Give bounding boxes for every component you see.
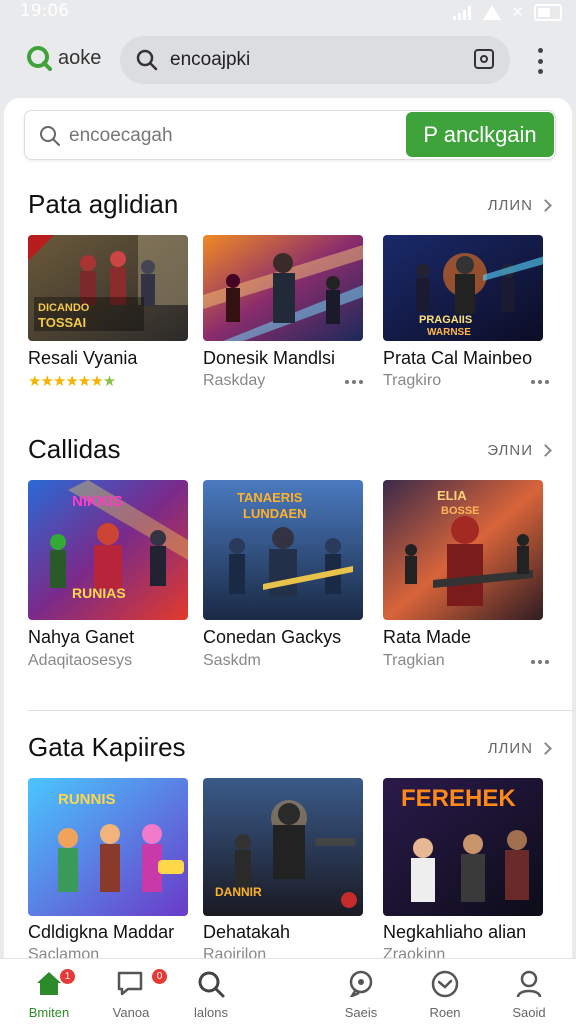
game-subtitle: Saskdm	[203, 652, 261, 669]
section-more-link[interactable]: ЛЛИN	[487, 197, 552, 214]
brand-name: aoke	[58, 46, 102, 69]
thumb-text: RUNNIS	[58, 791, 116, 808]
notification-badge: 1	[60, 969, 75, 984]
game-thumbnail[interactable]: DANNIR	[203, 778, 363, 916]
no-data-icon: ✕	[511, 3, 524, 21]
more-dots-icon[interactable]	[531, 660, 549, 664]
section-title: Pata aglidian	[28, 189, 179, 219]
nav-label: Saoid	[512, 1005, 546, 1020]
game-title: Rata Made	[383, 627, 472, 647]
game-title: Cdldigkna Maddar	[28, 922, 175, 942]
nav-label: lalons	[194, 1005, 228, 1020]
chevron-right-icon	[539, 199, 552, 212]
search-button[interactable]: P anclkgain	[406, 112, 554, 157]
game-title: Donesik Mandlsi	[203, 348, 336, 368]
game-thumbnail[interactable]: RUNNIS	[28, 778, 188, 916]
game-title: Prata Cal Mainbeo	[383, 348, 533, 368]
thumb-text: DICANDO	[38, 302, 90, 314]
search-icon	[196, 969, 226, 1004]
more-dots-icon[interactable]	[345, 380, 363, 384]
wifi-icon	[483, 4, 502, 20]
thumb-text: ELIA	[437, 488, 467, 503]
thumb-text: NIKKIS	[72, 493, 123, 510]
search-placeholder: encoecagah	[69, 125, 173, 146]
status-icons: ✕	[453, 3, 562, 21]
thumb-text: FEREHEK	[401, 785, 516, 812]
thumb-text: LUNDAEN	[243, 506, 307, 521]
nav-item-chat[interactable]: 0 Vanoa	[96, 959, 167, 1025]
nav-label: Saeis	[344, 1005, 378, 1020]
section-more-label: ЛЛИN	[487, 740, 533, 757]
game-thumbnail[interactable]	[203, 235, 363, 341]
home-icon	[35, 969, 63, 1002]
clock-icon	[430, 969, 460, 1004]
game-thumbnail[interactable]: FEREHEK	[383, 778, 543, 916]
game-title: Nahya Ganet	[28, 627, 135, 647]
status-bar: 19:06 ✕	[0, 0, 576, 24]
content-card: encoecagah P anclkgain Pata aglidian ЛЛИ…	[4, 98, 572, 1024]
section-title: Callidas	[28, 434, 121, 464]
section-divider	[28, 710, 572, 711]
thumb-text: WARNSE	[427, 327, 471, 338]
section-title: Gata Kapiires	[28, 732, 186, 762]
bottom-nav: 1 Bmiten 0 Vanoa lalons Saeis Roen Saoid	[0, 958, 576, 1025]
chat-icon	[116, 969, 146, 1002]
more-options-icon[interactable]	[532, 48, 548, 74]
game-title: Resali Vyania	[28, 348, 138, 368]
profile-icon	[515, 969, 543, 1004]
chevron-right-icon	[539, 444, 552, 457]
nav-label: Roen	[429, 1005, 461, 1020]
battery-icon	[534, 3, 562, 21]
nav-item-profile[interactable]: Saoid	[494, 959, 564, 1025]
thumb-text: TANAERIS	[237, 490, 303, 505]
brand-logo-icon	[26, 45, 52, 71]
nav-item-messages[interactable]: Saeis	[326, 959, 396, 1025]
game-title: Negkahliaho alian	[383, 922, 527, 942]
camera-search-icon[interactable]	[474, 49, 494, 69]
game-thumbnail[interactable]: PRAGAIIS WARNSE	[383, 235, 543, 341]
brand[interactable]: aoke	[26, 45, 101, 71]
notification-badge: 0	[152, 969, 167, 984]
nav-item-home[interactable]: 1 Bmiten	[14, 959, 84, 1025]
address-bar[interactable]: encoajpki	[120, 36, 510, 84]
status-time: 19:06	[20, 1, 69, 21]
game-title: Dehatakah	[203, 922, 291, 942]
game-thumbnail[interactable]: TANAERIS LUNDAEN	[203, 480, 363, 620]
game-subtitle: Tragkian	[383, 652, 445, 669]
signal-icon	[453, 5, 473, 20]
game-thumbnail[interactable]: NIKKIS RUNIAS	[28, 480, 188, 620]
thumb-text: PRAGAIIS	[419, 314, 472, 326]
game-subtitle: Raskday	[203, 372, 266, 389]
rating-stars: ★★★★★★★	[28, 373, 116, 390]
game-subtitle: Adaqitaosesys	[28, 652, 133, 669]
section-more-label: ЭЛNИ	[487, 442, 533, 459]
thumb-text: DANNIR	[215, 885, 262, 899]
nav-item-search[interactable]: lalons	[176, 959, 246, 1025]
address-text: encoajpki	[170, 49, 251, 70]
game-title: Conedan Gackys	[203, 627, 342, 647]
game-thumbnail[interactable]: DICANDO TOSSAI	[28, 235, 188, 341]
game-thumbnail[interactable]: ELIA BOSSE	[383, 480, 543, 620]
search-icon	[39, 125, 61, 152]
section-more-link[interactable]: ЭЛNИ	[487, 442, 552, 459]
thumb-text: BOSSE	[441, 505, 480, 517]
game-subtitle: Tragkiro	[383, 372, 442, 389]
nav-label: Bmiten	[28, 1005, 70, 1020]
message-icon	[347, 969, 375, 1002]
section-more-link[interactable]: ЛЛИN	[487, 740, 552, 757]
section-more-label: ЛЛИN	[487, 197, 533, 214]
nav-label: Vanoa	[112, 1005, 150, 1020]
thumb-text: RUNIAS	[72, 585, 126, 601]
chevron-right-icon	[539, 742, 552, 755]
search-icon	[136, 49, 158, 76]
thumb-text: TOSSAI	[38, 315, 86, 330]
top-bar: aoke encoajpki	[0, 30, 576, 90]
nav-item-recent[interactable]: Roen	[410, 959, 480, 1025]
more-dots-icon[interactable]	[531, 380, 549, 384]
